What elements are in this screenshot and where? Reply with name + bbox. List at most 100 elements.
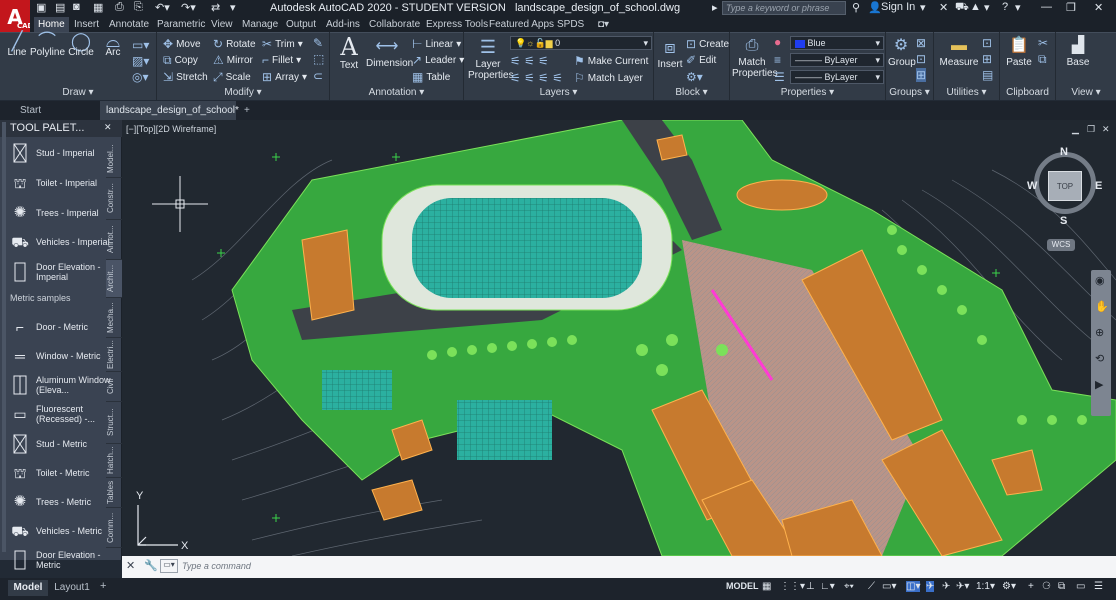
- object-snap-icon[interactable]: ▭▾: [882, 581, 896, 592]
- polar-icon[interactable]: ∟▾: [820, 581, 835, 592]
- search-input[interactable]: Type a keyword or phrase: [722, 1, 846, 15]
- tab-home[interactable]: Home: [34, 17, 69, 32]
- line-button[interactable]: ╱ Line: [4, 32, 30, 58]
- palette-item[interactable]: ✺ Trees - Imperial: [10, 202, 114, 224]
- circle-button[interactable]: ◯ Circle: [66, 32, 96, 58]
- group-button[interactable]: ⚙ Group: [888, 35, 916, 68]
- palette-tab-modeling[interactable]: Model...: [106, 140, 122, 178]
- groups-panel-label[interactable]: Groups ▾: [886, 87, 933, 98]
- viewport-restore-icon[interactable]: ❐: [1087, 124, 1095, 135]
- palette-item[interactable]: Aluminum Window (Eleva...: [10, 374, 114, 396]
- layers-panel-label[interactable]: Layers ▾: [464, 87, 653, 98]
- print-icon[interactable]: ⎘: [134, 1, 143, 14]
- create-block-button[interactable]: ⊡ Create: [686, 37, 729, 51]
- layer-properties-button[interactable]: ☰ Layer Properties: [468, 35, 514, 81]
- palette-item[interactable]: Stud - Metric: [10, 433, 114, 455]
- palette-grip[interactable]: [2, 122, 6, 552]
- palette-item[interactable]: Door Elevation - Imperial: [10, 261, 114, 283]
- recent-commands-icon[interactable]: ▭▾: [160, 559, 178, 573]
- palette-tab-architectural[interactable]: Archit...: [106, 260, 122, 298]
- showmotion-icon[interactable]: ▶: [1095, 378, 1103, 391]
- tab-output[interactable]: Output: [282, 17, 320, 32]
- palette-item[interactable]: ⛟ Vehicles - Metric: [10, 520, 114, 542]
- tab-express-tools[interactable]: Express Tools: [422, 17, 492, 32]
- doc-tab-landscape[interactable]: landscape_design_of_school*✕: [100, 101, 239, 135]
- tab-collaborate[interactable]: Collaborate: [365, 17, 424, 32]
- properties-panel-label[interactable]: Properties ▾: [730, 87, 885, 98]
- palette-item[interactable]: ⌐ Door - Metric: [10, 316, 114, 338]
- insert-button[interactable]: ⧈ Insert: [656, 35, 684, 70]
- layer-dropdown[interactable]: 💡☼🔓▆ 0 ▾: [510, 36, 652, 50]
- compass-north[interactable]: N: [1060, 146, 1068, 158]
- move-button[interactable]: ✥ Move: [163, 37, 201, 51]
- palette-tab-civil[interactable]: Civil: [106, 372, 122, 402]
- group-edit-icon[interactable]: ⊡: [916, 52, 926, 66]
- offset-icon[interactable]: ⊂: [313, 69, 323, 83]
- wcs-menu[interactable]: WCS: [1047, 239, 1075, 251]
- annotation-visibility-icon[interactable]: ✈: [926, 581, 935, 592]
- palette-tab-constraints[interactable]: Constr...: [106, 178, 122, 220]
- palette-item[interactable]: ⛫ Toilet - Metric: [10, 462, 114, 484]
- palette-tab-mechanical[interactable]: Mecha...: [106, 298, 122, 338]
- help-dropdown-icon[interactable]: ▾: [1015, 1, 1021, 14]
- palette-item[interactable]: ⛫ Toilet - Imperial: [10, 172, 114, 194]
- annotation-scale-dropdown[interactable]: ✈▾: [956, 581, 969, 592]
- modify-panel-label[interactable]: Modify ▾: [157, 87, 329, 98]
- tab-manage[interactable]: Manage: [238, 17, 282, 32]
- palette-tab-hatches[interactable]: Hatch...: [106, 444, 122, 478]
- workspace-gear-icon[interactable]: ⚙▾: [1002, 581, 1016, 592]
- cut-icon[interactable]: ✂: [1038, 36, 1048, 50]
- paste-button[interactable]: 📋 Paste: [1004, 35, 1034, 68]
- palette-item[interactable]: Stud - Imperial: [10, 142, 114, 164]
- annotation-panel-label[interactable]: Annotation ▾: [330, 87, 463, 98]
- match-properties-button[interactable]: ⎙ Match Properties: [732, 35, 778, 79]
- annotation-monitor-icon[interactable]: +: [1028, 581, 1034, 592]
- new-file-icon[interactable]: ▤: [55, 1, 65, 14]
- new-layout-icon[interactable]: +: [100, 580, 106, 592]
- clean-screen-icon[interactable]: ▭: [1076, 581, 1085, 592]
- clipboard-panel-label[interactable]: Clipboard: [1000, 87, 1055, 98]
- block-attributes-icon[interactable]: ⚙▾: [686, 70, 703, 84]
- compass-south[interactable]: S: [1060, 215, 1067, 227]
- layer-tools-row2-icon[interactable]: ⚟ ⚟ ⚟ ⚟: [510, 71, 563, 85]
- color-dropdown[interactable]: Blue ▾: [790, 36, 884, 50]
- ribbon-display-toggle-icon[interactable]: ◘▾: [594, 17, 613, 32]
- undo-icon[interactable]: ↶▾: [155, 1, 170, 14]
- palette-item[interactable]: Door Elevation - Metric: [10, 549, 114, 571]
- calculator-icon[interactable]: ▤: [982, 68, 993, 82]
- tab-view[interactable]: View: [207, 17, 237, 32]
- steering-wheel-icon[interactable]: ◉: [1095, 274, 1105, 287]
- orbit-icon[interactable]: ⟲: [1095, 352, 1104, 365]
- restore-window-icon[interactable]: ❐: [1066, 1, 1076, 14]
- quick-select-icon[interactable]: ⊡: [982, 36, 992, 50]
- hardware-acceleration-icon[interactable]: ⧉: [1058, 581, 1065, 592]
- isolate-objects-icon[interactable]: ⚆: [1042, 581, 1051, 592]
- save-as-icon[interactable]: ▦: [93, 1, 103, 14]
- hatch-icon[interactable]: ▨▾: [132, 54, 149, 68]
- binoculars-icon[interactable]: ⚲: [852, 1, 860, 14]
- command-input[interactable]: Type a command: [182, 561, 251, 571]
- search-expand-icon[interactable]: ▸: [712, 1, 718, 14]
- stretch-button[interactable]: ⇲ Stretch: [163, 70, 208, 84]
- palette-tab-command[interactable]: Comm...: [106, 508, 122, 548]
- otrack-icon[interactable]: ⟋: [868, 581, 875, 592]
- tab-model[interactable]: Model: [8, 580, 48, 596]
- dimension-button[interactable]: ⟷ Dimension: [366, 36, 413, 69]
- make-current-button[interactable]: ⚑ Make Current: [574, 54, 648, 68]
- new-tab-icon[interactable]: +: [238, 101, 256, 120]
- close-window-icon[interactable]: ✕: [1094, 1, 1103, 14]
- measure-button[interactable]: ▬ Measure: [938, 35, 980, 68]
- help-icon[interactable]: ?: [1002, 1, 1008, 13]
- color-wheel-icon[interactable]: ●: [774, 35, 781, 49]
- customization-menu-icon[interactable]: ☰: [1094, 581, 1103, 592]
- selection-cycling-icon[interactable]: ◫▾: [906, 581, 921, 592]
- array-button[interactable]: ⊞ Array ▾: [262, 70, 307, 84]
- stay-connected-icon[interactable]: ▾: [984, 1, 990, 14]
- view-panel-label[interactable]: View ▾: [1056, 87, 1116, 98]
- zoom-extents-icon[interactable]: ⊕: [1095, 326, 1104, 339]
- command-customize-icon[interactable]: 🔧: [144, 559, 158, 572]
- ortho-icon[interactable]: ⊥: [806, 581, 815, 592]
- copy-button[interactable]: ⧉ Copy: [163, 53, 198, 68]
- palette-item[interactable]: ✺ Trees - Metric: [10, 491, 114, 513]
- tab-insert[interactable]: Insert: [70, 17, 103, 32]
